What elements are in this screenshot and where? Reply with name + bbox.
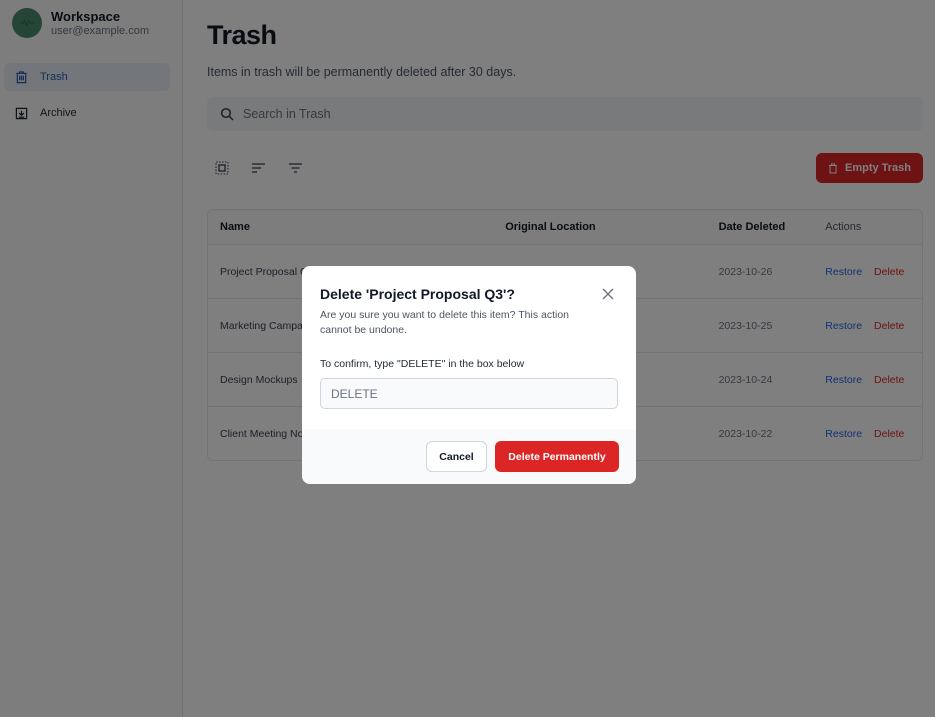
confirm-text-value: DELETE (331, 386, 378, 401)
delete-permanently-button[interactable]: Delete Permanently (495, 441, 619, 472)
cancel-button[interactable]: Cancel (426, 441, 487, 472)
confirm-text-field[interactable]: DELETE (320, 378, 618, 409)
dialog-description: Are you sure you want to delete this ite… (320, 309, 570, 336)
delete-confirm-dialog: Delete 'Project Proposal Q3'? Are you su… (302, 266, 636, 484)
dialog-footer: Cancel Delete Permanently (302, 429, 636, 484)
close-icon[interactable] (602, 288, 614, 300)
confirm-instructions: To confirm, type "DELETE" in the box bel… (320, 358, 525, 370)
dialog-title: Delete 'Project Proposal Q3'? (320, 286, 515, 302)
